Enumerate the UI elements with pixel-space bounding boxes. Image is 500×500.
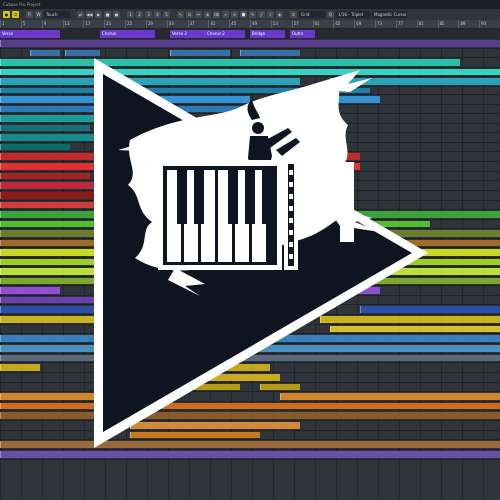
film-strip [284, 160, 298, 270]
play-triangle-with-violinist-and-piano-keys-icon [94, 58, 428, 448]
logo-overlay [94, 58, 428, 448]
